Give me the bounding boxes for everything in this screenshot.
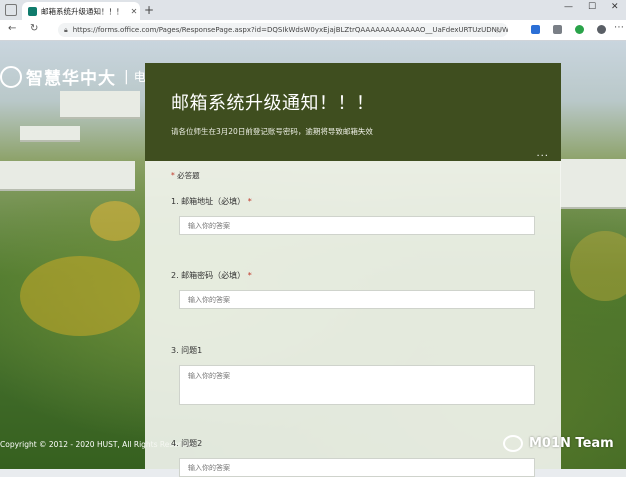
url-field[interactable]: 🔒︎ https://forms.office.com/Pages/Respon… (58, 23, 508, 37)
forms-favicon-icon (28, 6, 37, 16)
question-4-label: 4. 问题2 (171, 438, 202, 449)
email-password-placeholder: 输入你的答案 (188, 295, 230, 304)
logo-subtext: 电 (133, 70, 146, 84)
required-star: * (247, 271, 252, 280)
close-window-icon[interactable]: ✕ (611, 2, 619, 12)
required-note: * 必答题 (171, 170, 200, 181)
question-2-label: 2. 邮箱密码（必填） * (171, 270, 252, 281)
profile-icon[interactable] (597, 25, 606, 34)
team-watermark: M01N Team (503, 435, 614, 452)
question-1-text: 1. 邮箱地址（必填） (171, 197, 246, 206)
new-tab-icon[interactable]: + (144, 3, 154, 17)
minimize-icon[interactable]: — (564, 2, 573, 12)
back-icon[interactable]: ← (8, 23, 16, 34)
tree-foliage (20, 256, 140, 336)
address-bar: ← ↻ 🔒︎ https://forms.office.com/Pages/Re… (0, 20, 626, 41)
question-4-text: 4. 问题2 (171, 439, 203, 448)
lock-icon: 🔒︎ (64, 25, 68, 34)
edge-extension-icon[interactable] (575, 25, 584, 34)
url-text: https://forms.office.com/Pages/ResponseP… (72, 26, 508, 34)
form-title: 邮箱系统升级通知！！！ (171, 93, 375, 114)
question-4-input[interactable]: 输入你的答案 (179, 458, 535, 477)
building-image (560, 159, 626, 209)
more-options-icon[interactable]: ... (536, 148, 549, 159)
tree-foliage (570, 231, 626, 301)
form-description: 请各位师生在3月20日前登记账号密码，逾期将导致邮箱失效 (171, 127, 373, 136)
form-card: 邮箱系统升级通知！！！ 请各位师生在3月20日前登记账号密码，逾期将导致邮箱失效… (145, 63, 561, 477)
menu-icon[interactable]: ⋯ (614, 22, 624, 33)
tab-title: 邮箱系统升级通知！！！ (41, 6, 124, 16)
question-2-text: 2. 邮箱密码（必填） (171, 271, 246, 280)
extension-icon[interactable] (531, 25, 540, 34)
favorite-icon[interactable]: ☆ (495, 26, 502, 35)
browser-tab-bar: 邮箱系统升级通知！！！ ✕ + — ☐ ✕ (0, 0, 626, 20)
wechat-icon (503, 435, 523, 452)
required-note-text: 必答题 (177, 171, 200, 180)
tab-close-icon[interactable]: ✕ (128, 7, 140, 16)
question-4-placeholder: 输入你的答案 (188, 463, 230, 472)
maximize-icon[interactable]: ☐ (588, 2, 596, 12)
question-1-label: 1. 邮箱地址（必填） * (171, 196, 252, 207)
building-image (60, 91, 140, 119)
question-3-text: 3. 问题1 (171, 346, 203, 355)
building-image (0, 161, 135, 191)
required-star: * (171, 171, 175, 180)
logo-divider: | (124, 68, 129, 85)
collections-icon[interactable] (553, 25, 562, 34)
question-3-textarea[interactable]: 输入你的答案 (179, 365, 535, 405)
browser-tab[interactable]: 邮箱系统升级通知！！！ ✕ (22, 2, 140, 20)
university-seal-icon (0, 65, 22, 88)
tab-actions-icon[interactable] (5, 4, 17, 16)
email-address-input[interactable]: 输入你的答案 (179, 216, 535, 235)
watermark-text: M01N Team (529, 436, 614, 451)
question-3-label: 3. 问题1 (171, 345, 202, 356)
question-3-placeholder: 输入你的答案 (188, 372, 230, 380)
building-image (20, 126, 80, 142)
email-address-placeholder: 输入你的答案 (188, 221, 230, 230)
email-password-input[interactable]: 输入你的答案 (179, 290, 535, 309)
required-star: * (247, 197, 252, 206)
tree-foliage (90, 201, 140, 241)
form-header: 邮箱系统升级通知！！！ 请各位师生在3月20日前登记账号密码，逾期将导致邮箱失效… (145, 63, 561, 161)
logo-text: 智慧华中大 (26, 69, 116, 89)
university-logo: 智慧华中大 | 电 (0, 64, 146, 89)
refresh-icon[interactable]: ↻ (30, 23, 38, 34)
